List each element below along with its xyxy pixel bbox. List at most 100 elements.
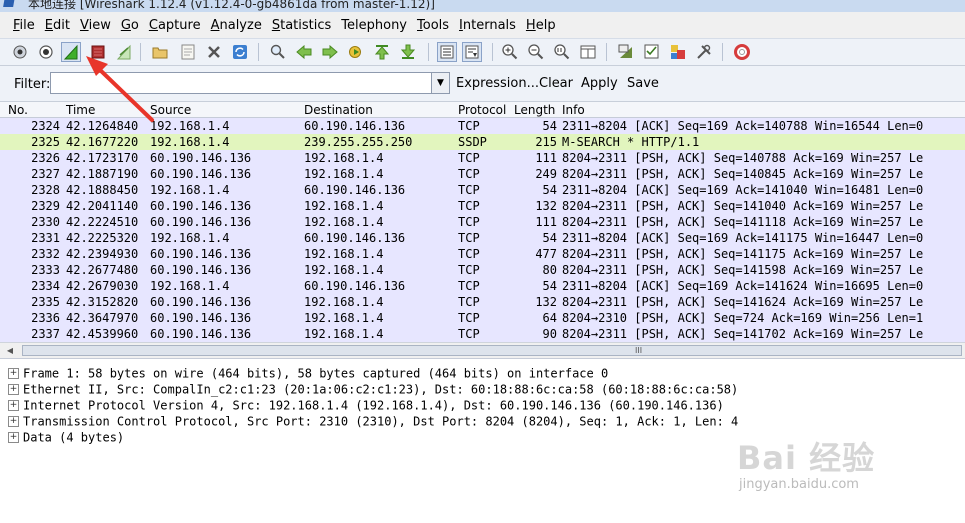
- packet-row[interactable]: 2330 42.2224510 60.190.146.136 192.168.1.4 T…: [0, 214, 965, 230]
- packet-row[interactable]: 2336 42.3647970 60.190.146.136 192.168.1.4 T…: [0, 310, 965, 326]
- packet-row[interactable]: 2328 42.1888450 192.168.1.4 60.190.146.136 T…: [0, 182, 965, 198]
- packet-info: 8204→2311 [PSH, ACK] Seq=141175 Ack=169 …: [562, 247, 924, 261]
- menu-go[interactable]: Go: [116, 18, 144, 33]
- packet-row[interactable]: 2331 42.2225320 192.168.1.4 60.190.146.136 T…: [0, 230, 965, 246]
- find-icon[interactable]: [268, 42, 288, 62]
- toolbar-separator: [492, 43, 493, 61]
- menu-help[interactable]: Help: [521, 18, 561, 33]
- go-back-icon[interactable]: [294, 42, 314, 62]
- close-file-icon[interactable]: [204, 42, 224, 62]
- coloring-rules-icon[interactable]: [668, 42, 688, 62]
- packet-row[interactable]: 2332 42.2394930 60.190.146.136 192.168.1.4 T…: [0, 246, 965, 262]
- detail-tree-item[interactable]: + Internet Protocol Version 4, Src: 192.1…: [8, 397, 724, 413]
- expand-icon[interactable]: +: [8, 384, 19, 395]
- autoscroll-icon[interactable]: [462, 42, 482, 62]
- expression-button[interactable]: Expression...: [456, 76, 539, 91]
- menu-capture[interactable]: Capture: [144, 18, 206, 33]
- stop-capture-icon[interactable]: [88, 42, 108, 62]
- menu-tools[interactable]: Tools: [412, 18, 454, 33]
- save-filter-button[interactable]: Save: [627, 76, 659, 91]
- packet-row[interactable]: 2324 42.1264840 192.168.1.4 60.190.146.136 T…: [0, 118, 965, 134]
- column-header-time[interactable]: Time: [66, 103, 95, 117]
- column-header-protocol[interactable]: Protocol: [458, 103, 506, 117]
- packet-dst: 60.190.146.136: [304, 231, 406, 245]
- column-header-info[interactable]: Info: [562, 103, 585, 117]
- detail-tree-item[interactable]: + Ethernet II, Src: CompalIn_c2:c1:23 (20…: [8, 381, 738, 397]
- packet-info: 8204→2311 [PSH, ACK] Seq=141118 Ack=169 …: [562, 215, 924, 229]
- packet-src: 60.190.146.136: [150, 295, 252, 309]
- menu-file[interactable]: File: [8, 18, 40, 33]
- column-header-length[interactable]: Length: [514, 103, 555, 117]
- menu-internals[interactable]: Internals: [454, 18, 521, 33]
- packet-info: M-SEARCH * HTTP/1.1: [562, 135, 700, 149]
- restart-capture-icon[interactable]: [114, 42, 134, 62]
- menu-view[interactable]: View: [75, 18, 116, 33]
- packet-info: 2311→8204 [ACK] Seq=169 Ack=141624 Win=1…: [562, 279, 924, 293]
- expand-icon[interactable]: +: [8, 416, 19, 427]
- detail-text: Internet Protocol Version 4, Src: 192.16…: [23, 398, 724, 413]
- expand-icon[interactable]: +: [8, 400, 19, 411]
- packet-row[interactable]: 2326 42.1723170 60.190.146.136 192.168.1.4 T…: [0, 150, 965, 166]
- go-forward-icon[interactable]: [320, 42, 340, 62]
- packet-row[interactable]: 2337 42.4539960 60.190.146.136 192.168.1.4 T…: [0, 326, 965, 342]
- filter-dropdown-button[interactable]: ▼: [432, 72, 450, 94]
- zoom-in-icon[interactable]: [500, 42, 520, 62]
- menu-edit[interactable]: Edit: [40, 18, 75, 33]
- detail-tree-item[interactable]: + Frame 1: 58 bytes on wire (464 bits), 5…: [8, 365, 608, 381]
- packet-dst: 192.168.1.4: [304, 327, 384, 341]
- packet-row[interactable]: 2334 42.2679030 192.168.1.4 60.190.146.136 T…: [0, 278, 965, 294]
- display-filter-input[interactable]: [50, 72, 432, 94]
- capture-options-icon[interactable]: [36, 42, 56, 62]
- packet-src: 60.190.146.136: [150, 263, 252, 277]
- menu-analyze[interactable]: Analyze: [206, 18, 267, 33]
- preferences-icon[interactable]: [694, 42, 714, 62]
- go-first-icon[interactable]: [372, 42, 392, 62]
- packet-row[interactable]: 2327 42.1887190 60.190.146.136 192.168.1.4 T…: [0, 166, 965, 182]
- packet-row[interactable]: 2329 42.2041140 60.190.146.136 192.168.1.4 T…: [0, 198, 965, 214]
- packet-row[interactable]: 2325 42.1677220 192.168.1.4 239.255.255.250…: [0, 134, 965, 150]
- packet-row[interactable]: 2333 42.2677480 60.190.146.136 192.168.1.4 T…: [0, 262, 965, 278]
- reload-icon[interactable]: [230, 42, 250, 62]
- open-file-icon[interactable]: [150, 42, 170, 62]
- packet-number: 2335: [31, 295, 60, 309]
- column-header-source[interactable]: Source: [150, 103, 191, 117]
- scroll-left-icon[interactable]: ◀: [3, 344, 17, 357]
- menu-statistics[interactable]: Statistics: [267, 18, 336, 33]
- zoom-normal-icon[interactable]: [552, 42, 572, 62]
- start-capture-icon[interactable]: [61, 42, 81, 62]
- zoom-out-icon[interactable]: [526, 42, 546, 62]
- column-header-no[interactable]: No.: [8, 103, 28, 117]
- packet-time: 42.1888450: [66, 183, 139, 197]
- packet-number: 2326: [31, 151, 60, 165]
- packet-time: 42.1264840: [66, 119, 139, 133]
- help-icon[interactable]: [732, 42, 752, 62]
- capture-filters-icon[interactable]: [616, 42, 636, 62]
- packet-info: 2311→8204 [ACK] Seq=169 Ack=140788 Win=1…: [562, 119, 924, 133]
- expand-icon[interactable]: +: [8, 368, 19, 379]
- packet-info: 8204→2311 [PSH, ACK] Seq=141702 Ack=169 …: [562, 327, 924, 341]
- packet-src: 192.168.1.4: [150, 135, 230, 149]
- filter-label: Filter:: [14, 77, 51, 92]
- column-header-destination[interactable]: Destination: [304, 103, 373, 117]
- scrollbar-thumb[interactable]: III: [22, 345, 962, 356]
- resize-columns-icon[interactable]: [578, 42, 598, 62]
- packet-row[interactable]: 2335 42.3152820 60.190.146.136 192.168.1.4 T…: [0, 294, 965, 310]
- toolbar-separator: [140, 43, 141, 61]
- clear-button[interactable]: Clear: [539, 76, 573, 91]
- go-to-packet-icon[interactable]: [346, 42, 366, 62]
- colorize-icon[interactable]: [437, 42, 457, 62]
- display-filters-icon[interactable]: [642, 42, 662, 62]
- apply-button[interactable]: Apply: [581, 76, 618, 91]
- packet-list-horizontal-scrollbar[interactable]: ◀ III: [0, 342, 965, 358]
- interfaces-icon[interactable]: [10, 42, 30, 62]
- detail-tree-item[interactable]: + Transmission Control Protocol, Src Port…: [8, 413, 738, 429]
- menu-telephony[interactable]: Telephony: [336, 18, 412, 33]
- detail-text: Ethernet II, Src: CompalIn_c2:c1:23 (20:…: [23, 382, 739, 397]
- go-last-icon[interactable]: [398, 42, 418, 62]
- packet-length: 54: [542, 279, 557, 293]
- packet-dst: 192.168.1.4: [304, 199, 384, 213]
- packet-dst: 239.255.255.250: [304, 135, 413, 149]
- save-file-icon[interactable]: [178, 42, 198, 62]
- expand-icon[interactable]: +: [8, 432, 19, 443]
- detail-tree-item[interactable]: + Data (4 bytes): [8, 429, 124, 445]
